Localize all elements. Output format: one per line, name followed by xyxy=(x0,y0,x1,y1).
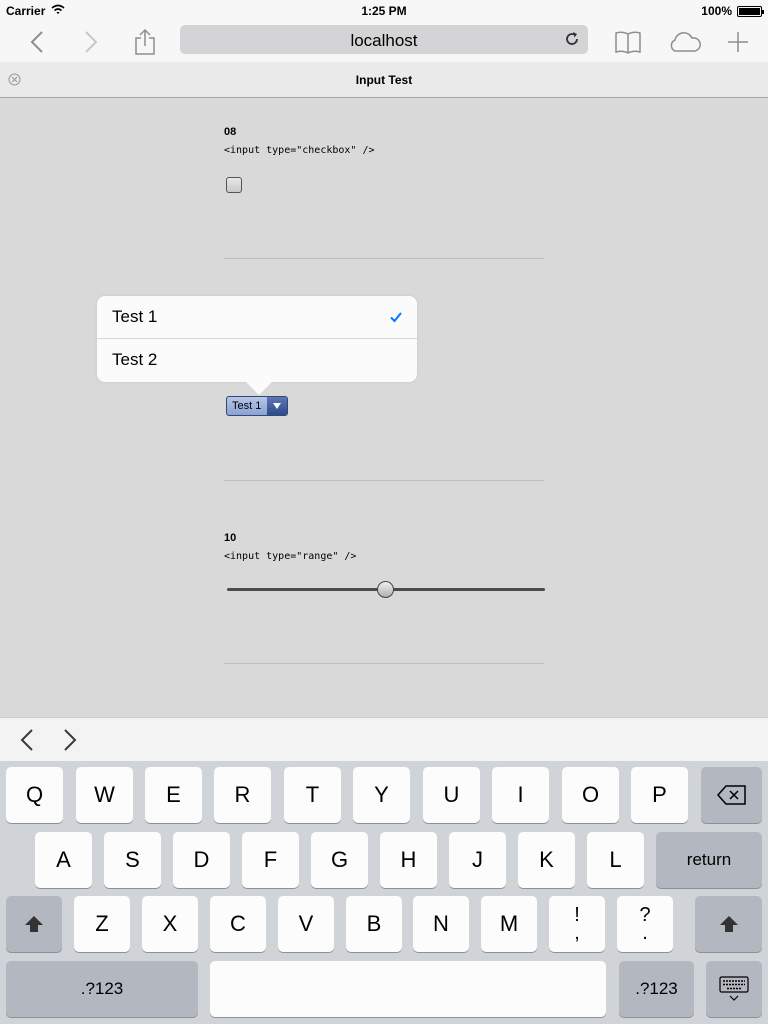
keyboard-dismiss-icon xyxy=(719,976,749,1001)
battery-icon xyxy=(737,6,764,17)
key-t[interactable]: T xyxy=(284,767,341,823)
key-b[interactable]: B xyxy=(346,896,402,952)
key-e[interactable]: E xyxy=(145,767,202,823)
bookmarks-button[interactable] xyxy=(612,22,644,62)
key-m[interactable]: M xyxy=(481,896,537,952)
input-accessory-bar xyxy=(0,717,768,761)
url-text: localhost xyxy=(350,31,418,50)
key-l[interactable]: L xyxy=(587,832,644,888)
key-z[interactable]: Z xyxy=(74,896,130,952)
reload-icon[interactable] xyxy=(562,29,582,49)
delete-backward-icon xyxy=(716,785,746,805)
key-question-period[interactable]: ? . xyxy=(617,896,673,952)
numbers-key-left[interactable]: .?123 xyxy=(6,961,198,1017)
select-value: Test 1 xyxy=(232,400,262,412)
bookmarks-icon xyxy=(615,31,641,54)
key-g[interactable]: G xyxy=(311,832,368,888)
key-y[interactable]: Y xyxy=(353,767,410,823)
shift-icon xyxy=(719,916,738,932)
key-w[interactable]: W xyxy=(76,767,133,823)
option-label: Test 2 xyxy=(112,350,158,369)
key-p[interactable]: P xyxy=(631,767,688,823)
key-exclamation-comma[interactable]: ! , xyxy=(549,896,605,952)
select-popover: Test 1 Test 2 xyxy=(97,296,417,382)
delete-key[interactable] xyxy=(701,767,762,823)
section-code: <input type="checkbox" /> xyxy=(224,145,375,156)
section-number: 08 xyxy=(224,126,237,138)
icloud-tabs-icon xyxy=(670,32,701,52)
back-icon xyxy=(30,31,43,53)
key-a[interactable]: A xyxy=(35,832,92,888)
key-c[interactable]: C xyxy=(210,896,266,952)
popover-option-test-2[interactable]: Test 2 xyxy=(97,339,417,382)
checkbox-input[interactable] xyxy=(226,177,242,193)
popover-option-test-1[interactable]: Test 1 xyxy=(97,296,417,339)
browser-toolbar: localhost xyxy=(0,22,768,62)
key-d[interactable]: D xyxy=(173,832,230,888)
icloud-tabs-button[interactable] xyxy=(666,22,704,62)
key-n[interactable]: N xyxy=(413,896,469,952)
section-number: 10 xyxy=(224,532,237,544)
dismiss-keyboard-key[interactable] xyxy=(706,961,762,1017)
key-q[interactable]: Q xyxy=(6,767,63,823)
numbers-key-right[interactable]: .?123 xyxy=(619,961,694,1017)
space-key[interactable] xyxy=(210,961,606,1017)
key-u[interactable]: U xyxy=(423,767,480,823)
status-time: 1:25 PM xyxy=(361,4,407,18)
range-thumb[interactable] xyxy=(377,581,394,598)
key-h[interactable]: H xyxy=(380,832,437,888)
popover-arrow xyxy=(246,382,272,395)
key-o[interactable]: O xyxy=(562,767,619,823)
key-bottom-glyph: . xyxy=(642,922,648,944)
return-key[interactable]: return xyxy=(656,832,762,888)
key-x[interactable]: X xyxy=(142,896,198,952)
tab-bar: Input Test xyxy=(0,62,768,98)
shift-key-right[interactable] xyxy=(695,896,762,952)
previous-field-icon[interactable] xyxy=(17,728,37,752)
shift-icon xyxy=(25,916,43,932)
section-divider xyxy=(224,258,544,259)
status-bar: Carrier 1:25 PM 100% xyxy=(0,0,768,22)
key-s[interactable]: S xyxy=(104,832,161,888)
select-input[interactable]: Test 1 xyxy=(226,396,288,416)
key-f[interactable]: F xyxy=(242,832,299,888)
section-code: <input type="range" /> xyxy=(224,551,357,562)
key-k[interactable]: K xyxy=(518,832,575,888)
key-bottom-glyph: , xyxy=(574,922,580,944)
next-field-icon[interactable] xyxy=(60,728,80,752)
option-label: Test 1 xyxy=(112,307,158,326)
battery-percent: 100% xyxy=(701,4,732,18)
chevron-down-icon xyxy=(267,397,287,415)
forward-icon xyxy=(85,31,98,53)
share-button[interactable] xyxy=(130,22,160,62)
keyboard: Q W E R T Y U I O P A S D F G H J K L re… xyxy=(0,761,768,1024)
shift-key-left[interactable] xyxy=(6,896,62,952)
share-icon xyxy=(135,28,155,55)
checkmark-icon xyxy=(390,312,402,323)
key-r[interactable]: R xyxy=(214,767,271,823)
key-j[interactable]: J xyxy=(449,832,506,888)
section-divider xyxy=(224,663,544,664)
back-button[interactable] xyxy=(22,22,52,62)
new-tab-button[interactable] xyxy=(724,22,752,62)
section-divider xyxy=(224,480,544,481)
key-i[interactable]: I xyxy=(492,767,549,823)
address-bar[interactable]: localhost xyxy=(180,25,588,54)
forward-button[interactable] xyxy=(76,22,106,62)
new-tab-icon xyxy=(728,32,748,52)
tab-title: Input Test xyxy=(355,73,413,87)
key-v[interactable]: V xyxy=(278,896,334,952)
